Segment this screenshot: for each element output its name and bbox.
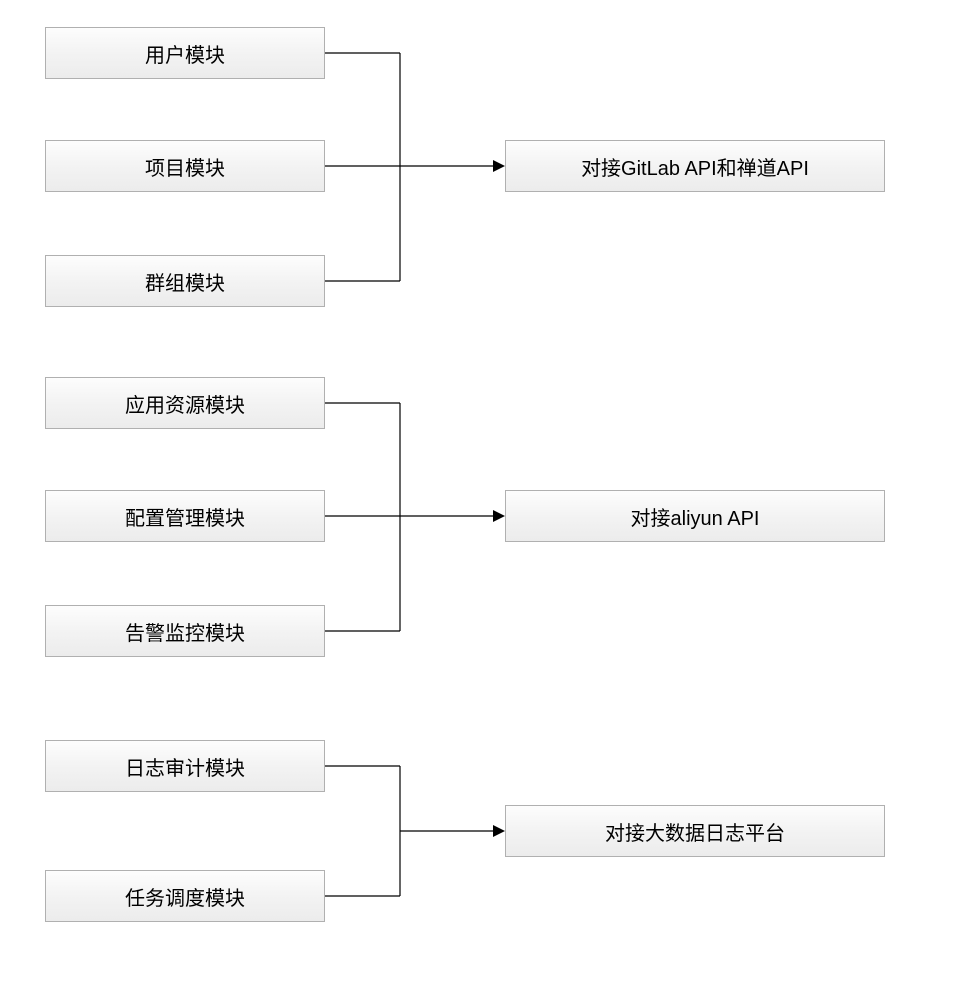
box-task-schedule-module: 任务调度模块 — [45, 870, 325, 922]
label-log-audit-module: 日志审计模块 — [125, 752, 245, 781]
box-project-module: 项目模块 — [45, 140, 325, 192]
label-bigdata-log-platform: 对接大数据日志平台 — [605, 817, 785, 846]
label-group-module: 群组模块 — [145, 267, 225, 296]
label-config-management-module: 配置管理模块 — [125, 502, 245, 531]
label-aliyun-api: 对接aliyun API — [631, 502, 760, 531]
box-bigdata-log-platform: 对接大数据日志平台 — [505, 805, 885, 857]
box-group-module: 群组模块 — [45, 255, 325, 307]
box-user-module: 用户模块 — [45, 27, 325, 79]
box-log-audit-module: 日志审计模块 — [45, 740, 325, 792]
label-project-module: 项目模块 — [145, 152, 225, 181]
box-alarm-monitor-module: 告警监控模块 — [45, 605, 325, 657]
label-alarm-monitor-module: 告警监控模块 — [125, 617, 245, 646]
box-gitlab-zendao-api: 对接GitLab API和禅道API — [505, 140, 885, 192]
box-aliyun-api: 对接aliyun API — [505, 490, 885, 542]
box-config-management-module: 配置管理模块 — [45, 490, 325, 542]
label-app-resource-module: 应用资源模块 — [125, 389, 245, 418]
label-gitlab-zendao-api: 对接GitLab API和禅道API — [581, 152, 809, 181]
label-task-schedule-module: 任务调度模块 — [125, 882, 245, 911]
label-user-module: 用户模块 — [145, 39, 225, 68]
box-app-resource-module: 应用资源模块 — [45, 377, 325, 429]
